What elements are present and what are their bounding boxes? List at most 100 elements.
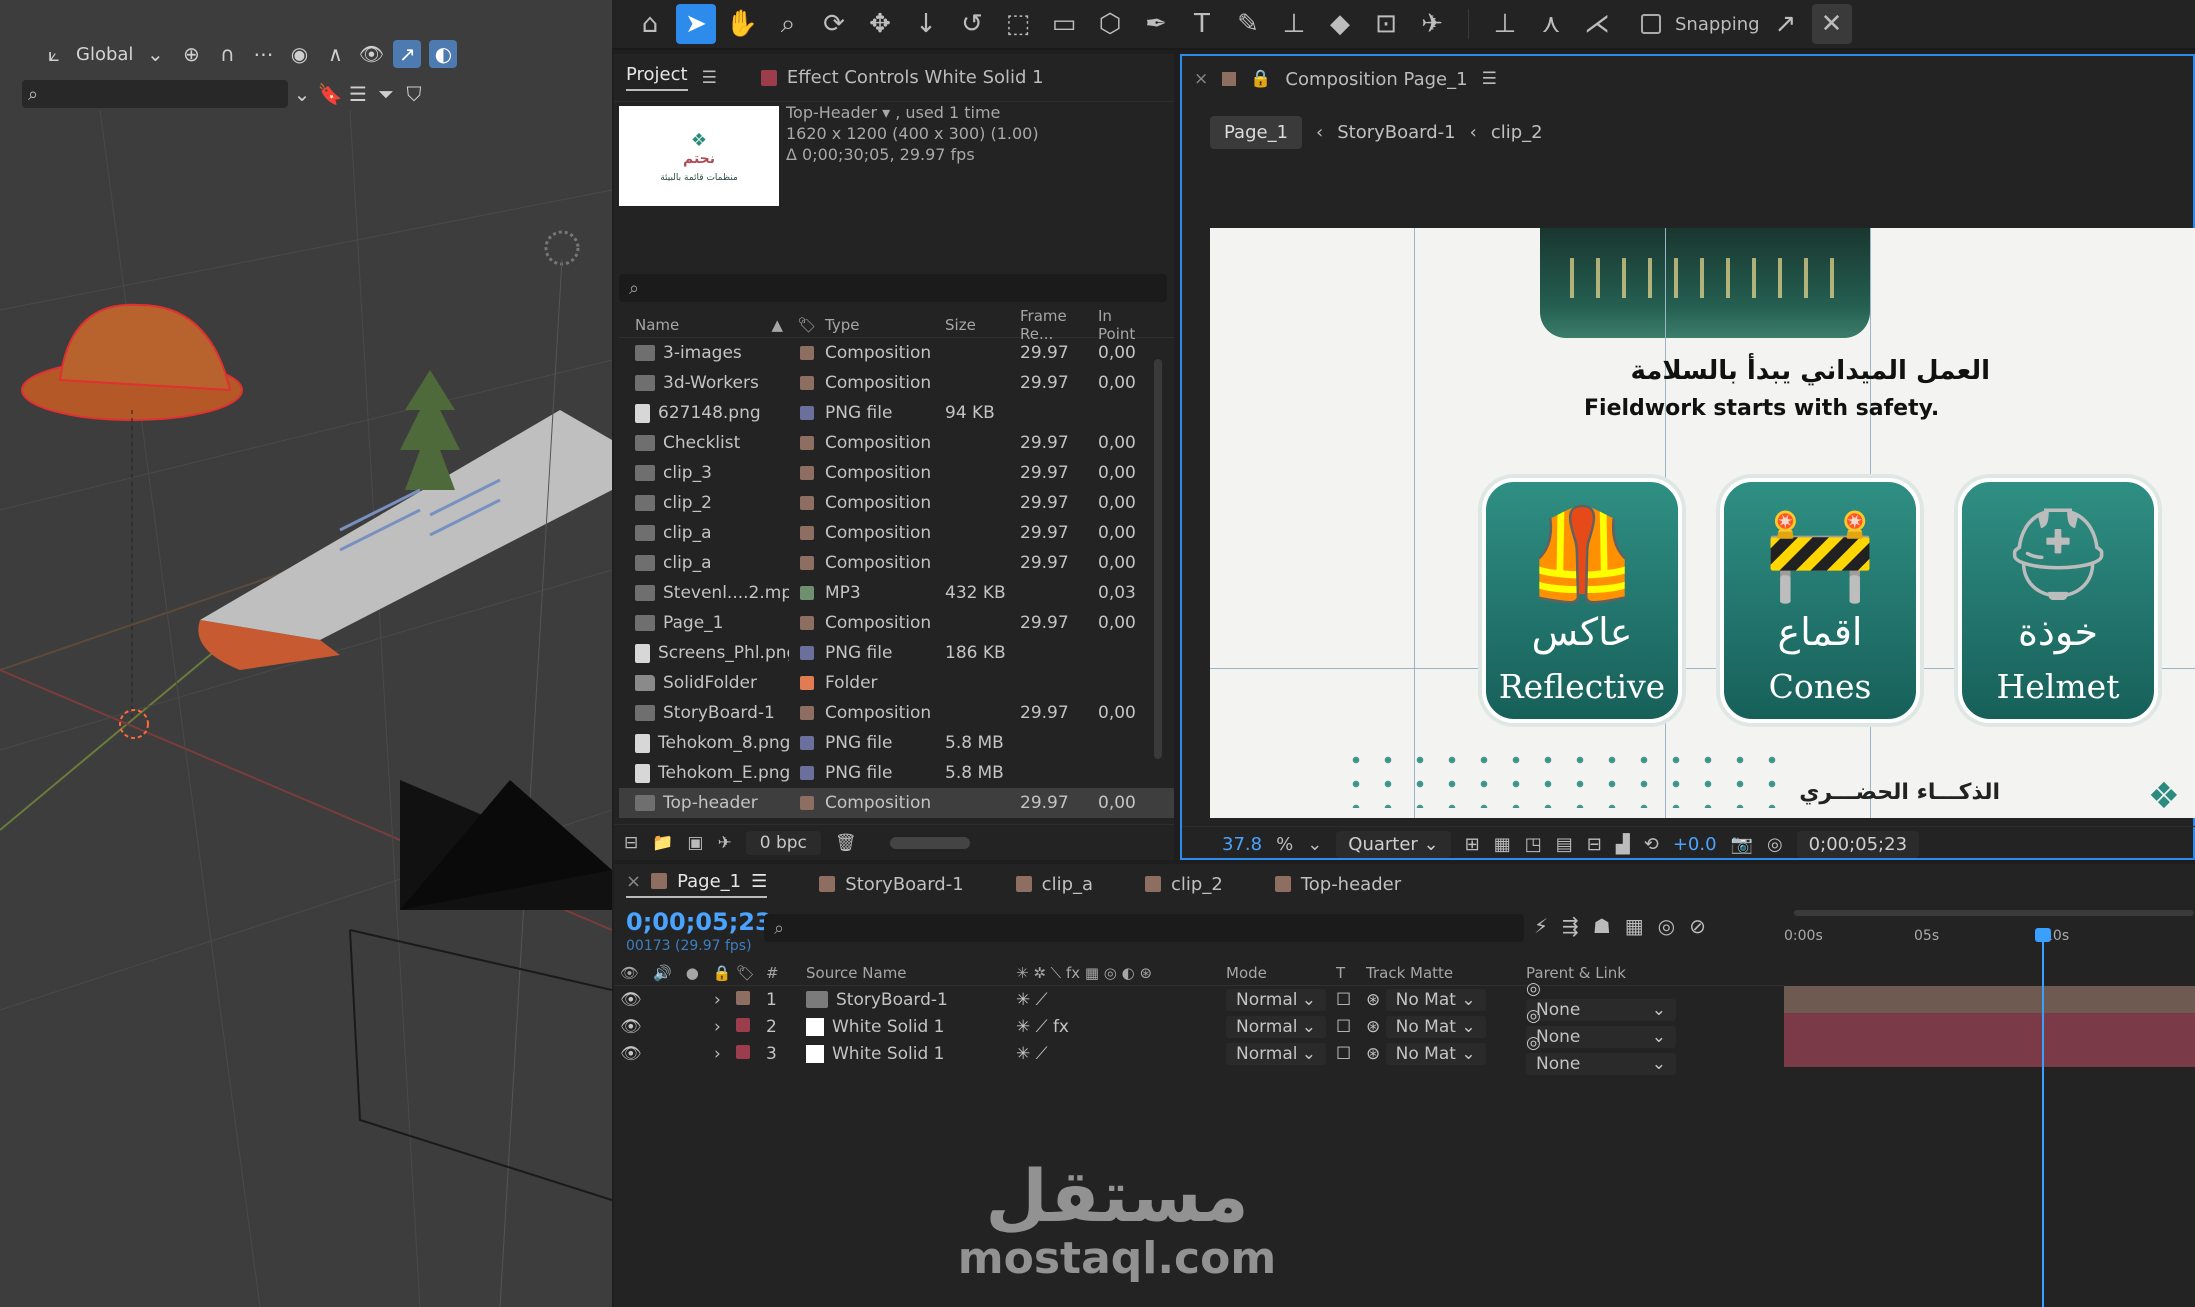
type-icon[interactable]: T bbox=[1182, 4, 1222, 44]
col-mode[interactable]: Mode bbox=[1226, 964, 1336, 982]
expand-icon[interactable]: ↗ bbox=[1766, 4, 1806, 44]
axis-view-icon[interactable]: ⋌ bbox=[1577, 4, 1617, 44]
item-label-cell[interactable] bbox=[789, 766, 825, 780]
transform-orientation-icon[interactable]: ⟀ bbox=[40, 40, 68, 68]
interpret-footage-icon[interactable]: ⊟ bbox=[624, 833, 638, 853]
layer-mode-dropdown[interactable]: Normal ⌄ bbox=[1226, 988, 1336, 1011]
bit-depth-button[interactable]: 0 bpc bbox=[745, 830, 821, 855]
project-search-input[interactable]: ⌕ bbox=[619, 274, 1167, 302]
gizmo-icon[interactable]: ↗ bbox=[393, 40, 422, 68]
breadcrumb-storyboard[interactable]: StoryBoard-1 bbox=[1337, 122, 1455, 143]
project-item-row[interactable]: Tehokom_8.png PNG file 5.8 MB bbox=[619, 728, 1174, 758]
solo-icon[interactable]: ● bbox=[686, 964, 699, 982]
layer-switches[interactable]: ✳ ⟋ bbox=[1016, 990, 1226, 1010]
home-icon[interactable]: ⌂ bbox=[630, 4, 670, 44]
snap-increment-icon[interactable]: ⋯ bbox=[249, 40, 277, 68]
card-helmet[interactable]: ⛑ خوذة Helmet bbox=[1958, 478, 2158, 723]
draft-3d-icon[interactable]: ⚡ bbox=[1534, 914, 1548, 938]
timeline-tab[interactable]: × Page_1 ☰ bbox=[626, 871, 768, 898]
snapshot-icon[interactable]: 📷 bbox=[1731, 834, 1753, 855]
col-size[interactable]: Size bbox=[945, 316, 1020, 334]
tab-composition[interactable]: Composition Page_1 bbox=[1285, 69, 1467, 90]
selection-icon[interactable]: ➤ bbox=[676, 4, 716, 44]
layer-label-cell[interactable] bbox=[736, 990, 766, 1010]
timeline-tab[interactable]: Top-header bbox=[1274, 874, 1401, 895]
chevron-down-icon[interactable]: ⌄ bbox=[288, 80, 316, 108]
item-label-cell[interactable] bbox=[789, 496, 825, 510]
helmet-object[interactable] bbox=[58, 303, 232, 392]
pan-icon[interactable]: ✥ bbox=[860, 4, 900, 44]
track-matte-dropdown[interactable]: ⊛ No Mat ⌄ bbox=[1366, 1042, 1526, 1065]
col-in-point[interactable]: In Point bbox=[1098, 307, 1148, 343]
project-item-row[interactable]: 3-images Composition 29.97 0,00 bbox=[619, 338, 1174, 368]
project-item-row[interactable]: clip_2 Composition 29.97 0,00 bbox=[619, 488, 1174, 518]
exposure-reset-icon[interactable]: ⟲ bbox=[1644, 834, 1659, 855]
layer-mode-dropdown[interactable]: Normal ⌄ bbox=[1226, 1042, 1336, 1065]
layer-duration-bar[interactable] bbox=[1784, 1040, 2195, 1067]
new-folder-icon[interactable]: 📁 bbox=[652, 833, 673, 853]
eye-icon[interactable]: 👁 bbox=[620, 990, 642, 1010]
layer-label-cell[interactable] bbox=[736, 1017, 766, 1037]
panel-menu-icon[interactable]: ☰ bbox=[702, 68, 717, 88]
light-object[interactable] bbox=[544, 230, 580, 266]
item-label-cell[interactable] bbox=[789, 796, 825, 810]
mask-visibility-icon[interactable]: ◳ bbox=[1525, 834, 1542, 855]
new-comp-icon[interactable]: ▣ bbox=[687, 833, 703, 853]
item-label-cell[interactable] bbox=[789, 706, 825, 720]
orientation-dropdown[interactable]: Global bbox=[76, 44, 133, 65]
pivot-icon[interactable]: ⊕ bbox=[177, 40, 205, 68]
breadcrumb-clip-2[interactable]: clip_2 bbox=[1491, 122, 1543, 143]
list-icon[interactable]: ☰ bbox=[344, 80, 372, 108]
project-item-row[interactable]: SolidFolder Folder bbox=[619, 668, 1174, 698]
project-item-row[interactable]: Screens_Phl.png PNG file 186 KB bbox=[619, 638, 1174, 668]
panel-menu-icon[interactable]: ☰ bbox=[1482, 69, 1497, 89]
bookmark-icon[interactable]: 🔖 bbox=[316, 80, 344, 108]
collapse-icon[interactable]: ✕ bbox=[1811, 4, 1852, 44]
item-label-cell[interactable] bbox=[789, 616, 825, 630]
item-label-cell[interactable] bbox=[789, 406, 825, 420]
layer-switches[interactable]: ✳ ⟋ fx bbox=[1016, 1017, 1226, 1037]
shy-icon[interactable]: ☗ bbox=[1593, 914, 1611, 938]
pen-icon[interactable]: ✒ bbox=[1136, 4, 1176, 44]
graph-editor-icon[interactable]: ⊘ bbox=[1689, 914, 1706, 938]
eraser-icon[interactable]: ◆ bbox=[1320, 4, 1360, 44]
sort-up-icon[interactable]: ▲ bbox=[771, 316, 783, 334]
overlay-icon[interactable]: ◐ bbox=[429, 40, 458, 68]
expand-arrow-icon[interactable]: › bbox=[714, 990, 736, 1010]
rotate-icon[interactable]: ↺ bbox=[952, 4, 992, 44]
cube-icon[interactable]: ⬡ bbox=[1090, 4, 1130, 44]
roto-brush-icon[interactable]: ⊡ bbox=[1366, 4, 1406, 44]
project-item-row[interactable]: Tehokom_E.png PNG file 5.8 MB bbox=[619, 758, 1174, 788]
speaker-icon[interactable]: 🔊 bbox=[653, 964, 672, 982]
layer-duration-bar[interactable] bbox=[1784, 986, 2195, 1013]
fullscreen-icon[interactable]: ⊞ bbox=[1465, 834, 1480, 855]
parent-dropdown[interactable]: ◎ None ⌄ bbox=[1526, 1033, 1696, 1075]
transparency-grid-icon[interactable]: ▦ bbox=[1494, 834, 1511, 855]
chevron-left-icon[interactable]: ‹ bbox=[1316, 122, 1323, 143]
label-column-icon[interactable]: 🏷 bbox=[736, 964, 766, 982]
expand-arrow-icon[interactable]: › bbox=[714, 1044, 736, 1064]
panel-menu-icon[interactable]: ☰ bbox=[751, 871, 767, 892]
col-source-name[interactable]: Source Name bbox=[806, 964, 1016, 982]
col-t[interactable]: T bbox=[1336, 964, 1366, 982]
anchor-icon[interactable]: ⬚ bbox=[998, 4, 1038, 44]
col-frame-rate[interactable]: Frame Re... bbox=[1020, 307, 1098, 343]
project-item-row[interactable]: Checklist Composition 29.97 0,00 bbox=[619, 428, 1174, 458]
lock-icon[interactable]: 🔒 bbox=[1250, 69, 1271, 89]
axis-local-icon[interactable]: ⊥ bbox=[1485, 4, 1525, 44]
layer-source[interactable]: StoryBoard-1 bbox=[806, 990, 1016, 1010]
preserve-transparency-checkbox[interactable]: ☐ bbox=[1336, 1044, 1366, 1064]
dolly-icon[interactable]: ↓ bbox=[906, 4, 946, 44]
clone-stamp-icon[interactable]: ⊥ bbox=[1274, 4, 1314, 44]
col-number[interactable]: # bbox=[766, 964, 806, 982]
project-item-row[interactable]: 627148.png PNG file 94 KB bbox=[619, 398, 1174, 428]
layer-row[interactable]: 👁 › 3 White Solid 1 ✳ ⟋ Normal ⌄ ☐ ⊛ No Mat ⌄ ◎ N… bbox=[614, 1033, 1784, 1075]
track-matte-dropdown[interactable]: ⊛ No Mat ⌄ bbox=[1366, 1015, 1526, 1038]
exposure-value[interactable]: +0.0 bbox=[1673, 834, 1717, 855]
layer-duration-bar[interactable] bbox=[1784, 1013, 2195, 1040]
item-label-cell[interactable] bbox=[789, 556, 825, 570]
render-icon[interactable]: ✈ bbox=[717, 833, 731, 853]
chevron-left-icon[interactable]: ‹ bbox=[1470, 122, 1477, 143]
current-time-indicator[interactable] bbox=[2042, 928, 2044, 1307]
comp-flowchart-icon[interactable]: ⇶ bbox=[1562, 914, 1579, 938]
